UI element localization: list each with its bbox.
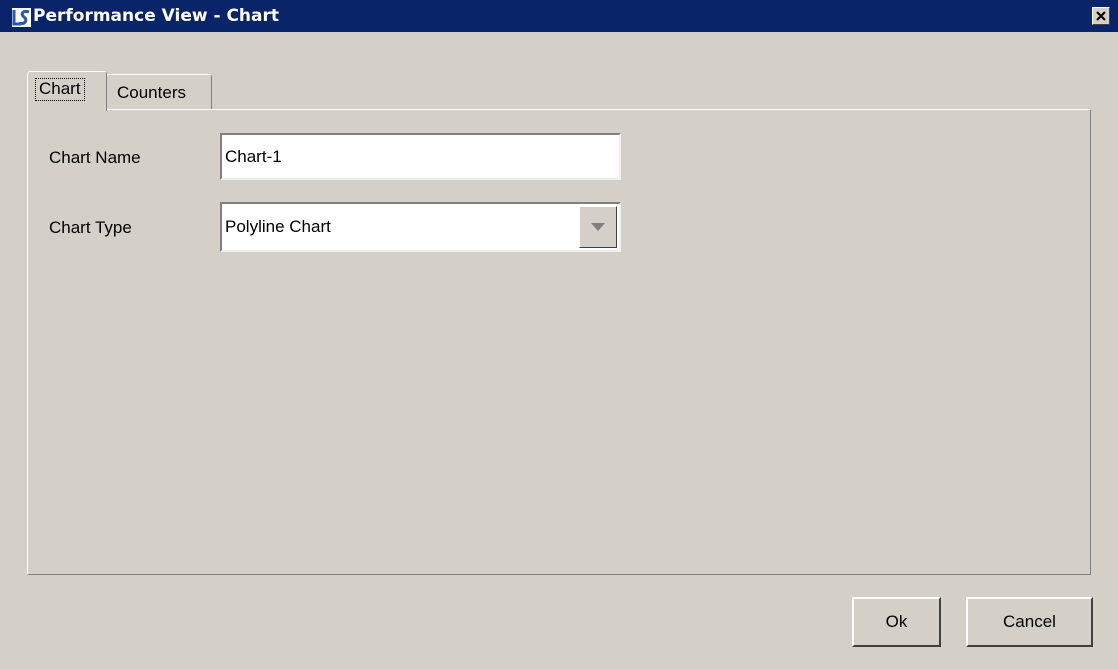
dialog-window: Performance View - Chart Counters Chart … <box>0 0 1118 669</box>
tab-chart-label: Chart <box>35 78 85 101</box>
close-button[interactable] <box>1092 7 1110 25</box>
cancel-button[interactable]: Cancel <box>966 597 1093 647</box>
tab-chart[interactable]: Chart <box>27 71 107 111</box>
tab-panel <box>27 109 1091 575</box>
tab-counters-label: Counters <box>117 83 186 102</box>
ok-button[interactable]: Ok <box>852 597 941 647</box>
window-title: Performance View - Chart <box>33 6 280 26</box>
tab-counters[interactable]: Counters <box>106 74 212 110</box>
application-icon <box>11 7 32 28</box>
close-icon <box>1096 11 1106 21</box>
title-bar[interactable]: Performance View - Chart <box>0 0 1118 32</box>
